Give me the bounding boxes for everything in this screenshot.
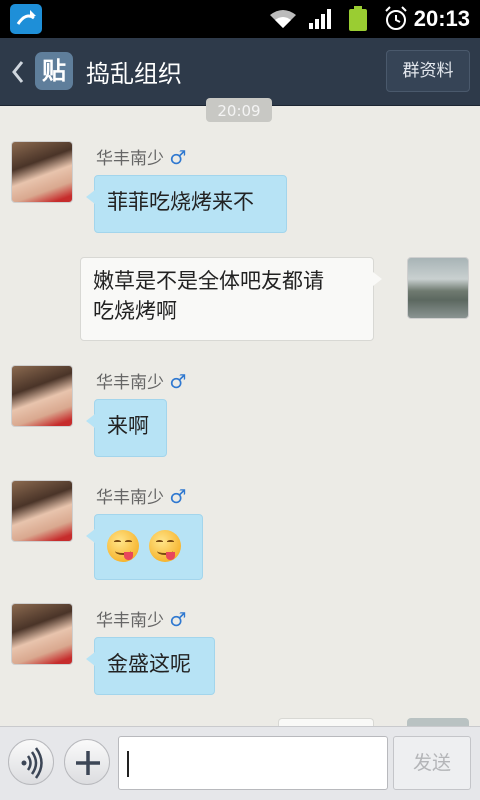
message-bubble[interactable] xyxy=(86,514,203,580)
yum-emoji-icon xyxy=(107,530,139,562)
status-time: 20:13 xyxy=(413,6,470,31)
male-icon: ♂ xyxy=(169,147,187,169)
back-button[interactable] xyxy=(6,56,32,88)
input-bar: 发送 xyxy=(0,726,480,800)
notification-app-icon xyxy=(10,4,42,34)
sender-avatar[interactable] xyxy=(11,365,73,427)
sender-name: 华丰南少 ♂ xyxy=(96,609,187,631)
yum-emoji-icon xyxy=(149,530,181,562)
male-icon: ♂ xyxy=(169,609,187,631)
voice-button[interactable] xyxy=(8,739,54,785)
male-icon: ♂ xyxy=(169,371,187,393)
sender-name: 华丰南少 ♂ xyxy=(96,371,187,393)
plus-icon xyxy=(76,751,100,775)
message-bubble-own-partial xyxy=(278,718,374,726)
own-avatar[interactable] xyxy=(407,257,469,319)
sender-name: 华丰南少 ♂ xyxy=(96,147,187,169)
back-chevron-icon xyxy=(12,61,24,83)
wifi-icon xyxy=(268,8,298,34)
battery-icon xyxy=(348,6,368,36)
timestamp-badge: 20:09 xyxy=(206,98,272,122)
status-bar: 20:13 xyxy=(0,0,480,38)
alarm-icon xyxy=(384,6,408,36)
page-title: 捣乱组织 xyxy=(86,60,182,88)
signal-icon xyxy=(308,8,334,34)
voice-icon xyxy=(21,747,43,779)
send-button[interactable]: 发送 xyxy=(393,736,471,790)
own-avatar-partial xyxy=(407,718,469,726)
sender-name: 华丰南少 ♂ xyxy=(96,486,187,508)
message-input[interactable] xyxy=(118,736,388,790)
sender-avatar[interactable] xyxy=(11,480,73,542)
message-bubble[interactable]: 菲菲吃烧烤来不 xyxy=(86,175,287,233)
add-attachment-button[interactable] xyxy=(64,739,110,785)
message-bubble[interactable]: 金盛这呢 xyxy=(86,637,215,695)
message-bubble-own[interactable]: 嫩草是不是全体吧友都请 吃烧烤啊 xyxy=(80,257,382,341)
group-info-button[interactable]: 群资料 xyxy=(386,50,470,92)
chat-header: 贴 捣乱组织 群资料 xyxy=(0,38,480,106)
text-caret xyxy=(127,751,129,777)
sender-avatar[interactable] xyxy=(11,141,73,203)
male-icon: ♂ xyxy=(169,486,187,508)
sender-avatar[interactable] xyxy=(11,603,73,665)
message-bubble[interactable]: 来啊 xyxy=(86,399,167,457)
tieba-badge: 贴 xyxy=(35,52,73,90)
